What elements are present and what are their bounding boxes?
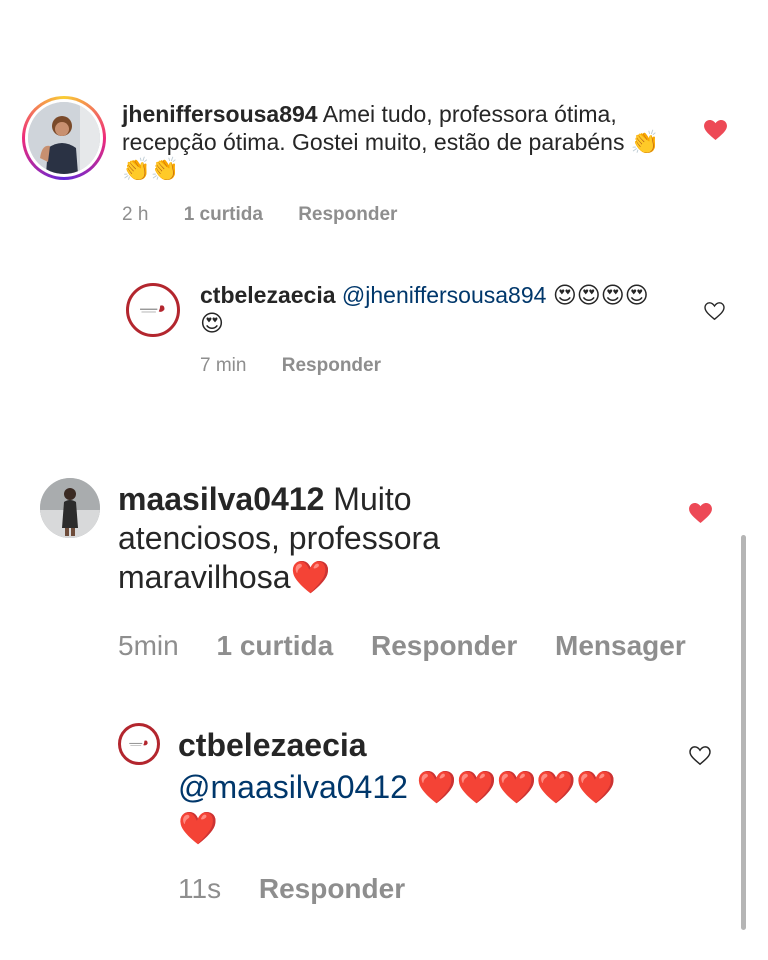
reply-time: 11s	[178, 873, 222, 904]
reply-username[interactable]: ctbelezaecia	[178, 727, 367, 763]
comment-body: maasilva0412 Muito atenciosos, professor…	[118, 480, 538, 597]
reply-body: ctbelezaecia @maasilva0412 ❤️❤️❤️❤️❤️❤️	[178, 725, 648, 850]
heart-outline-icon[interactable]	[689, 746, 711, 766]
comment-time: 2 h	[122, 204, 149, 225]
avatar-maasilva0412[interactable]	[40, 478, 100, 538]
reply-meta: 11s Responder	[178, 873, 435, 905]
message-button[interactable]: Mensager	[555, 630, 686, 661]
reply-time: 7 min	[200, 355, 247, 376]
avatar-ctbelezaecia[interactable]	[118, 723, 160, 765]
person-photo-icon	[28, 102, 100, 174]
heart-filled-icon[interactable]	[689, 503, 712, 524]
scrollbar[interactable]	[741, 535, 746, 930]
reply-username[interactable]: ctbelezaecia	[200, 282, 336, 308]
brand-logo-icon	[129, 740, 148, 746]
heart-outline-icon[interactable]	[704, 302, 725, 321]
reply-button[interactable]: Responder	[371, 630, 517, 661]
avatar-ctbelezaecia[interactable]	[126, 283, 180, 337]
likes-count[interactable]: 1 curtida	[184, 204, 263, 225]
comment-meta: 5min 1 curtida Responder Mensager	[118, 630, 740, 662]
likes-count[interactable]: 1 curtida	[216, 630, 333, 661]
reply-body: ctbelezaecia @jheniffersousa894 😍😍😍😍😍	[200, 282, 670, 337]
heart-filled-icon[interactable]	[704, 120, 727, 141]
comment-time: 5min	[118, 630, 179, 661]
avatar-photo	[28, 102, 100, 174]
reply-meta: 7 min Responder	[200, 355, 411, 377]
comment-username[interactable]: maasilva0412	[118, 481, 324, 517]
brand-logo-icon	[140, 305, 165, 313]
reply-button[interactable]: Responder	[298, 204, 397, 225]
comment-username[interactable]: jheniffersousa894	[122, 101, 318, 127]
reply-mention[interactable]: @maasilva0412	[178, 769, 408, 805]
avatar-inner	[25, 99, 103, 177]
reply-button[interactable]: Responder	[259, 873, 405, 904]
comment-body: jheniffersousa894 Amei tudo, professora …	[122, 101, 682, 184]
reply-mention[interactable]: @jheniffersousa894	[342, 282, 547, 308]
avatar-jheniffersousa894[interactable]	[22, 96, 106, 180]
person-photo-icon	[40, 478, 100, 538]
reply-button[interactable]: Responder	[282, 355, 381, 376]
comment-meta: 2 h 1 curtida Responder	[122, 204, 427, 226]
